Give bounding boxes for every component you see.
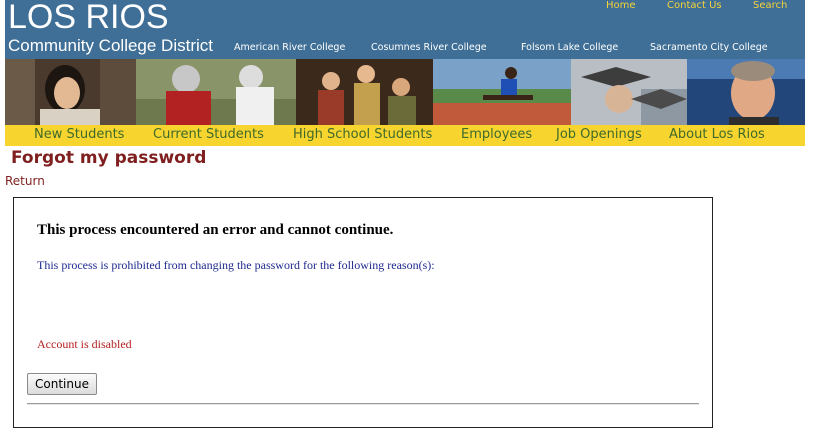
page-title: Forgot my password — [11, 148, 207, 168]
student-photo — [5, 59, 136, 125]
photo-banner — [5, 59, 805, 125]
folsom-lake-college-link[interactable]: Folsom Lake College — [521, 42, 618, 53]
nav-employees[interactable]: Employees — [461, 127, 532, 142]
site-header: LOS RIOS Community College District Home… — [5, 0, 805, 59]
divider — [27, 403, 699, 405]
error-reason: Account is disabled — [37, 337, 132, 351]
logo-subtitle[interactable]: Community College District — [8, 36, 213, 56]
return-link[interactable]: Return — [5, 174, 45, 188]
error-panel: This process encountered an error and ca… — [13, 197, 713, 428]
track-photo — [433, 59, 571, 125]
staff-photo — [687, 59, 805, 125]
football-photo — [136, 59, 296, 125]
nav-about-los-rios[interactable]: About Los Rios — [669, 127, 765, 142]
contact-us-link[interactable]: Contact Us — [667, 0, 722, 11]
error-heading: This process encountered an error and ca… — [37, 222, 394, 238]
theater-photo — [296, 59, 433, 125]
american-river-college-link[interactable]: American River College — [234, 42, 345, 53]
nav-current-students[interactable]: Current Students — [153, 127, 264, 142]
search-link[interactable]: Search — [753, 0, 787, 11]
main-nav: New Students Current Students High Schoo… — [5, 125, 805, 146]
sacramento-city-college-link[interactable]: Sacramento City College — [650, 42, 768, 53]
graduation-photo — [571, 59, 687, 125]
home-link[interactable]: Home — [606, 0, 636, 11]
nav-job-openings[interactable]: Job Openings — [556, 127, 642, 142]
error-intro-text: This process is prohibited from changing… — [37, 258, 435, 272]
nav-high-school-students[interactable]: High School Students — [293, 127, 432, 142]
nav-new-students[interactable]: New Students — [34, 127, 124, 142]
cosumnes-river-college-link[interactable]: Cosumnes River College — [371, 42, 487, 53]
continue-button[interactable]: Continue — [27, 373, 97, 395]
logo-title[interactable]: LOS RIOS — [8, 0, 169, 37]
